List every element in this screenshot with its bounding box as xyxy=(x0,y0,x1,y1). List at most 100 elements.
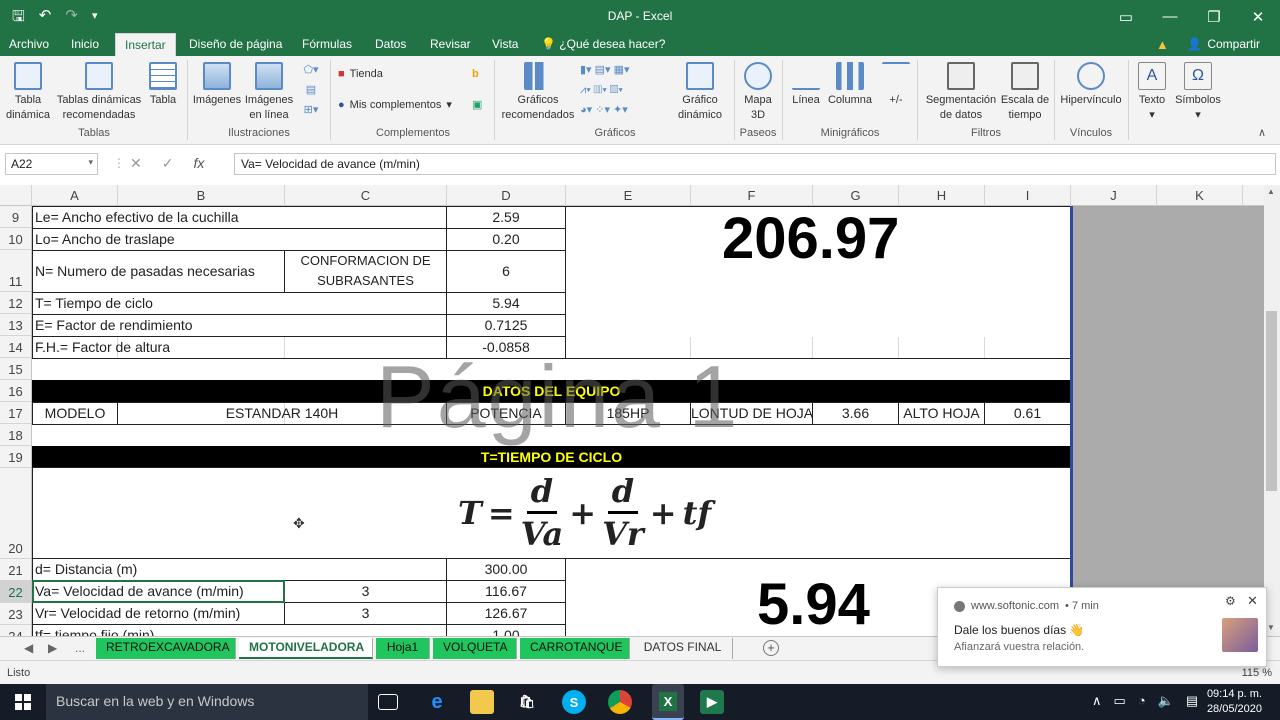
3d-map-button[interactable]: Mapa 3D xyxy=(738,62,778,123)
gear-icon[interactable]: ⚙ xyxy=(1225,594,1236,608)
cell-t-value[interactable]: 5.94 xyxy=(446,292,566,315)
chevron-up-icon[interactable]: ∧ xyxy=(1092,693,1102,709)
prev-sheet-icon[interactable]: ◀ xyxy=(24,641,33,655)
row-header[interactable]: 18 xyxy=(0,424,31,446)
cell-tf-label[interactable]: tf= tiempo fijo (min) xyxy=(32,624,447,636)
task-view-icon[interactable] xyxy=(378,694,398,710)
row-header[interactable]: 22 xyxy=(0,581,31,603)
cell-vr-value[interactable]: 126.67 xyxy=(446,602,566,625)
row-header[interactable]: 20 xyxy=(0,468,31,559)
slicer-button[interactable]: Segmentación de datos xyxy=(922,62,1000,123)
file-explorer-icon[interactable] xyxy=(470,690,494,714)
store-button[interactable]: ■ Tienda xyxy=(338,68,383,80)
cell-vr-c[interactable]: 3 xyxy=(284,602,447,625)
cancel-icon[interactable]: ✕ xyxy=(130,155,142,172)
my-addins-button[interactable]: ● Mis complementos ▾ xyxy=(338,98,452,112)
volume-icon[interactable]: 🔈 xyxy=(1158,693,1174,709)
cell-lontud-value[interactable]: 3.66 xyxy=(812,402,899,425)
header-tiempo-ciclo[interactable]: T=TIEMPO DE CICLO xyxy=(32,446,1071,468)
cell-n-label[interactable]: N= Numero de pasadas necesarias xyxy=(32,250,285,293)
notifications-icon[interactable]: ▤ xyxy=(1186,693,1198,709)
column-header[interactable]: H xyxy=(899,185,985,206)
scroll-up-icon[interactable]: ▲ xyxy=(1267,187,1275,196)
cell-e-label[interactable]: E= Factor de rendimiento xyxy=(32,314,447,337)
more-sheets[interactable]: ... xyxy=(75,641,85,655)
scroll-down-icon[interactable]: ▼ xyxy=(1267,623,1275,632)
tab-datos[interactable]: Datos xyxy=(375,37,406,51)
collapse-ribbon-icon[interactable]: ∧ xyxy=(1258,126,1266,139)
windows-start-icon[interactable] xyxy=(0,684,46,720)
maximize-button[interactable]: ❐ xyxy=(1192,0,1236,33)
close-icon[interactable]: ✕ xyxy=(1247,593,1258,609)
tab-revisar[interactable]: Revisar xyxy=(430,37,471,51)
sheet-tab-datos-final[interactable]: DATOS FINAL xyxy=(633,638,733,659)
zoom-level[interactable]: 115 % xyxy=(1242,667,1272,679)
pivot-table-button[interactable]: Tabla dinámica xyxy=(4,62,52,123)
chart-types[interactable]: ▮▾ ▤▾ ▦▾ ⩘▾ ▥▾ ▧▾ ◕▾ ⁘▾ ✦▾ xyxy=(580,60,670,120)
tell-me-box[interactable]: 💡 ¿Qué desea hacer? xyxy=(541,37,665,51)
minimize-button[interactable]: — xyxy=(1148,0,1192,33)
next-sheet-icon[interactable]: ▶ xyxy=(48,641,57,655)
row-header[interactable]: 19 xyxy=(0,446,31,468)
sheet-tab-volqueta[interactable]: VOLQUETA xyxy=(433,638,517,659)
insert-function-icon[interactable]: fx xyxy=(193,155,204,172)
pictures-button[interactable]: Imágenes xyxy=(192,62,242,108)
vertical-scrollbar[interactable]: ▲ ▼ xyxy=(1264,185,1280,636)
timeline-button[interactable]: Escala de tiempo xyxy=(1000,62,1050,123)
column-header[interactable]: G xyxy=(813,185,899,206)
people-graph-icon[interactable]: ▣ xyxy=(472,98,482,111)
store-icon[interactable]: 🛍 xyxy=(515,690,539,714)
row-header[interactable]: 13 xyxy=(0,314,31,336)
tab-vista[interactable]: Vista xyxy=(492,37,518,51)
ribbon-display-icon[interactable]: ▭ xyxy=(1104,0,1148,33)
cell-lo-label[interactable]: Lo= Ancho de traslape xyxy=(32,228,447,251)
cell-t-label[interactable]: T= Tiempo de ciclo xyxy=(32,292,447,315)
notification-toast[interactable]: www.softonic.com • 7 min Dale los buenos… xyxy=(937,587,1267,667)
tab-inicio[interactable]: Inicio xyxy=(71,37,99,51)
sheet-tab-retroexcavadora[interactable]: RETROEXCAVADORA xyxy=(96,638,236,659)
cell-n-value[interactable]: 6 xyxy=(446,250,566,293)
sparkline-winloss-button[interactable]: +/- xyxy=(880,62,912,108)
camtasia-icon[interactable]: ▶ xyxy=(700,690,724,714)
table-button[interactable]: Tabla xyxy=(146,62,180,108)
scroll-thumb[interactable] xyxy=(1266,311,1277,491)
skype-icon[interactable]: S xyxy=(562,690,586,714)
cell-alto-value[interactable]: 0.61 xyxy=(984,402,1071,425)
close-button[interactable]: ✕ xyxy=(1236,0,1280,33)
column-header[interactable]: D xyxy=(447,185,566,206)
row-header[interactable]: 10 xyxy=(0,228,31,250)
column-header[interactable]: A xyxy=(32,185,118,206)
cell-modelo[interactable]: MODELO xyxy=(32,402,118,425)
column-header[interactable]: J xyxy=(1071,185,1157,206)
excel-taskbar-icon[interactable]: X xyxy=(652,684,684,720)
text-button[interactable]: A Texto ▾ xyxy=(1134,62,1170,123)
column-header[interactable]: I xyxy=(985,185,1071,206)
cell-d-label[interactable]: d= Distancia (m) xyxy=(32,558,447,581)
recommended-charts-button[interactable]: Gráficos recomendados xyxy=(500,62,576,123)
warning-icon[interactable]: ▲ xyxy=(1156,37,1169,52)
worksheet-grid[interactable]: A B C D E F G H I J K 9 10 11 12 13 14 1… xyxy=(0,185,1264,636)
add-sheet-button[interactable]: + xyxy=(763,640,779,656)
hyperlink-button[interactable]: Hipervínculo xyxy=(1058,62,1124,108)
battery-icon[interactable]: ▭ xyxy=(1114,693,1126,709)
cell-tf-value[interactable]: 1.00 xyxy=(446,624,566,636)
row-header[interactable]: 11 xyxy=(0,250,31,292)
cell-d-value[interactable]: 300.00 xyxy=(446,558,566,581)
taskbar-clock[interactable]: 09:14 p. m. 28/05/2020 xyxy=(1207,687,1262,717)
row-header[interactable]: 9 xyxy=(0,206,31,228)
chrome-icon[interactable] xyxy=(608,690,632,714)
pivot-chart-button[interactable]: Gráfico dinámico xyxy=(670,62,730,123)
dropdown-arrow-icon[interactable]: ▾ xyxy=(88,157,93,168)
sparkline-line-button[interactable]: Línea xyxy=(788,62,824,108)
row-header[interactable]: 14 xyxy=(0,336,31,358)
bing-icon[interactable]: b xyxy=(472,68,479,80)
shapes-icons[interactable]: ⬠▾ ▤ ⊞▾ xyxy=(298,60,324,120)
network-icon[interactable]: ◔ xyxy=(1138,693,1146,709)
column-header[interactable]: E xyxy=(566,185,691,206)
column-header[interactable]: C xyxy=(285,185,447,206)
cell-va-c[interactable]: 3 xyxy=(284,580,447,603)
row-header[interactable]: 17 xyxy=(0,402,31,424)
recommended-pivot-button[interactable]: Tablas dinámicas recomendadas xyxy=(55,62,143,123)
cell-conformacion[interactable]: CONFORMACION DE SUBRASANTES xyxy=(284,250,447,293)
row-header[interactable]: 23 xyxy=(0,603,31,625)
